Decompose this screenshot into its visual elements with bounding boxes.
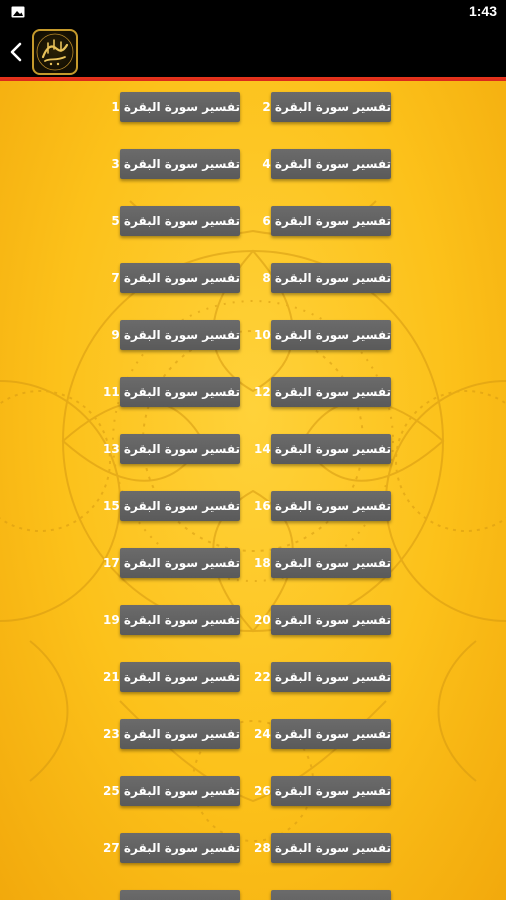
- surah-list-container[interactable]: تفسير سورة البقرة 1 تفسير سورة البقرة 2 تف…: [0, 81, 506, 900]
- surah-button-28[interactable]: تفسير سورة البقرة 28: [254, 833, 391, 863]
- surah-button-8[interactable]: تفسير سورة البقرة 8: [262, 263, 391, 293]
- phone-screen: 1:43 تفسير سورة البقرة 1 تفسير سورة البق…: [0, 0, 506, 900]
- surah-button-16[interactable]: تفسير سورة البقرة 16: [254, 491, 391, 521]
- surah-button-7[interactable]: تفسير سورة البقرة 7: [111, 263, 240, 293]
- surah-button-6[interactable]: تفسير سورة البقرة 6: [262, 206, 391, 236]
- surah-button-27[interactable]: تفسير سورة البقرة 27: [103, 833, 240, 863]
- app-bar: [0, 26, 506, 77]
- surah-button-20[interactable]: تفسير سورة البقرة 20: [254, 605, 391, 635]
- surah-button-18[interactable]: تفسير سورة البقرة 18: [254, 548, 391, 578]
- surah-button-5[interactable]: تفسير سورة البقرة 5: [111, 206, 240, 236]
- surah-button-9[interactable]: تفسير سورة البقرة 9: [111, 320, 240, 350]
- surah-button-3[interactable]: تفسير سورة البقرة 3: [111, 149, 240, 179]
- surah-button-26[interactable]: تفسير سورة البقرة 26: [254, 776, 391, 806]
- surah-button-11[interactable]: تفسير سورة البقرة 11: [103, 377, 240, 407]
- surah-button-23[interactable]: تفسير سورة البقرة 23: [103, 719, 240, 749]
- surah-button-21[interactable]: تفسير سورة البقرة 21: [103, 662, 240, 692]
- surah-button-4[interactable]: تفسير سورة البقرة 4: [262, 149, 391, 179]
- surah-button-10[interactable]: تفسير سورة البقرة 10: [254, 320, 391, 350]
- surah-button-1[interactable]: تفسير سورة البقرة 1: [111, 92, 240, 122]
- status-clock: 1:43: [468, 3, 497, 19]
- surah-button-2[interactable]: تفسير سورة البقرة 2: [262, 92, 391, 122]
- chevron-left-icon: [10, 42, 22, 62]
- surah-button-12[interactable]: تفسير سورة البقرة 12: [254, 377, 391, 407]
- surah-button-22[interactable]: تفسير سورة البقرة 22: [254, 662, 391, 692]
- surah-button-13[interactable]: تفسير سورة البقرة 13: [103, 434, 240, 464]
- surah-button-14[interactable]: تفسير سورة البقرة 14: [254, 434, 391, 464]
- status-bar: 1:43: [0, 0, 506, 26]
- image-icon: [11, 6, 25, 18]
- surah-button-15[interactable]: تفسير سورة البقرة 15: [103, 491, 240, 521]
- surah-button-19[interactable]: تفسير سورة البقرة 19: [103, 605, 240, 635]
- surah-button-25[interactable]: تفسير سورة البقرة 25: [103, 776, 240, 806]
- app-logo: [32, 29, 78, 75]
- surah-button-24[interactable]: تفسير سورة البقرة 24: [254, 719, 391, 749]
- surah-button-17[interactable]: تفسير سورة البقرة 17: [103, 548, 240, 578]
- calligraphy-logo-icon: [36, 33, 74, 71]
- back-button[interactable]: [2, 34, 30, 70]
- mandala-background: [0, 200, 506, 842]
- surah-button-30[interactable]: تفسير سورة البقرة 30: [254, 890, 391, 900]
- surah-button-29[interactable]: تفسير سورة البقرة 29: [103, 890, 240, 900]
